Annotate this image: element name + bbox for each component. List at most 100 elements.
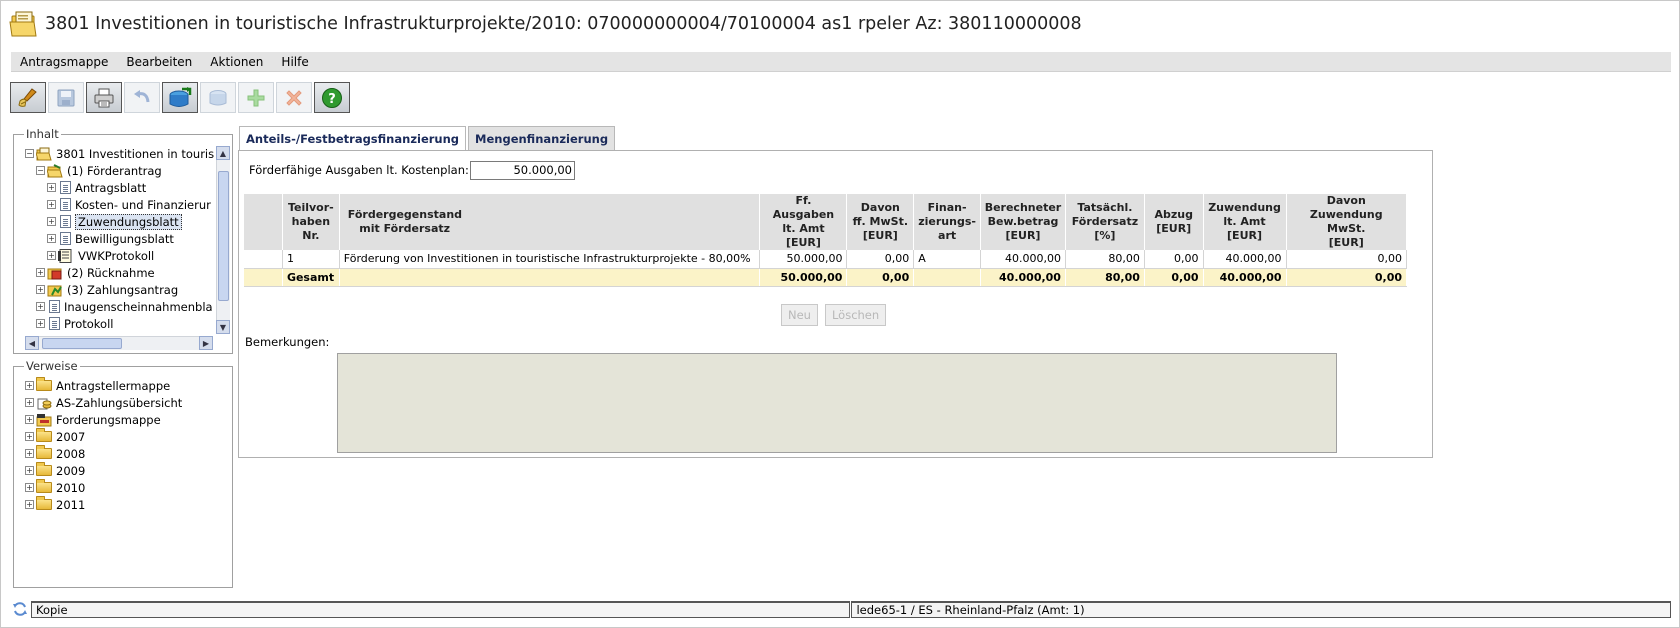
column-header-bew-betrag[interactable]: Berechneter Bew.betrag [EUR] (980, 194, 1066, 250)
tree-item-2010[interactable]: + 2010 (16, 479, 228, 496)
tab-anteils-festbetragsfinanzierung[interactable]: Anteils-/Festbetragsfinanzierung (239, 126, 467, 150)
database-icon (207, 88, 229, 108)
menu-aktionen[interactable]: Aktionen (201, 55, 272, 69)
tree-item-label: 2011 (56, 497, 86, 512)
menu-hilfe[interactable]: Hilfe (272, 55, 317, 69)
tree-item-as-zahlungsuebersicht[interactable]: + AS-Zahlungsübersicht (16, 394, 228, 411)
menu-antragsmappe[interactable]: Antragsmappe (11, 55, 117, 69)
column-header-abzug[interactable]: Abzug [EUR] (1144, 194, 1204, 250)
scroll-thumb[interactable] (218, 171, 229, 301)
expand-icon[interactable]: + (47, 251, 56, 260)
tree-item-vwkprotokoll[interactable]: + VWKProtokoll (16, 247, 214, 264)
scroll-up-icon[interactable]: ▲ (216, 146, 230, 160)
expand-icon[interactable]: + (25, 381, 34, 390)
tree-item-root[interactable]: − 3801 Investitionen in touristi (16, 145, 214, 162)
print-button[interactable] (86, 82, 122, 113)
collapse-icon[interactable]: − (25, 149, 34, 158)
tree-item-label: Antragsblatt (75, 180, 147, 195)
transfer-button[interactable] (162, 82, 198, 113)
tree-item-kosten-finanzierung[interactable]: + Kosten- und Finanzierur (16, 196, 214, 213)
expand-icon[interactable]: + (25, 466, 34, 475)
table-cell (244, 268, 283, 287)
expand-icon[interactable]: + (25, 449, 34, 458)
tree-item-2007[interactable]: + 2007 (16, 428, 228, 445)
collapse-icon[interactable]: − (36, 166, 45, 175)
coins-icon (36, 396, 52, 410)
table-row[interactable]: 1 Förderung von Investitionen in tourist… (244, 250, 1407, 269)
add-icon (246, 88, 266, 108)
tree-item-2011[interactable]: + 2011 (16, 496, 228, 513)
expand-icon[interactable]: + (47, 183, 56, 192)
expand-icon[interactable]: + (47, 217, 56, 226)
scroll-down-icon[interactable]: ▼ (216, 320, 230, 334)
folder-icon (36, 462, 52, 476)
tree-item-protokoll[interactable]: + Protokoll (16, 315, 214, 332)
tree-item-antragstellermappe[interactable]: + Antragstellermappe (16, 377, 228, 394)
status-right: lede65-1 / ES - Rheinland-Pfalz (Amt: 1) (851, 600, 1671, 618)
expand-icon[interactable]: + (25, 500, 34, 509)
plan-amount-field[interactable]: 50.000,00 (470, 161, 575, 180)
add-button[interactable] (238, 82, 274, 113)
tree-item-2008[interactable]: + 2008 (16, 445, 228, 462)
new-button[interactable]: Neu (781, 304, 818, 326)
expand-icon[interactable]: + (25, 432, 34, 441)
column-header-foerdersatz[interactable]: Tatsächl. Fördersatz [%] (1065, 194, 1145, 250)
tree-item-label: 2010 (56, 480, 86, 495)
table-cell: 0,00 (846, 250, 915, 269)
tree-item-label: Zuwendungsblatt (75, 213, 182, 230)
expand-icon[interactable]: + (47, 234, 56, 243)
tab-mengenfinanzierung[interactable]: Mengenfinanzierung (468, 126, 616, 150)
expand-icon[interactable]: + (36, 302, 45, 311)
delete-button[interactable] (276, 82, 312, 113)
document-icon (49, 317, 60, 330)
undo-icon (132, 88, 152, 108)
tree-item-foerderantrag[interactable]: − (1) Förderantrag (16, 162, 214, 179)
scroll-thumb[interactable] (42, 338, 122, 349)
horizontal-scrollbar[interactable]: ◀ ▶ (25, 336, 213, 350)
tree-item-inaugenscheinnahme[interactable]: + Inaugenscheinnahmenbla (16, 298, 214, 315)
tree-item-zahlungsantrag[interactable]: + (3) Zahlungsantrag (16, 281, 214, 298)
column-header-zuwendung[interactable]: Zuwendung lt. Amt [EUR] (1203, 194, 1287, 250)
table-cell: 40.000,00 (980, 268, 1066, 287)
expand-icon[interactable]: + (36, 319, 45, 328)
undo-button[interactable] (124, 82, 160, 113)
column-header-ff-ausgaben[interactable]: Ff. Ausgaben lt. Amt [EUR] (759, 194, 848, 250)
scroll-left-icon[interactable]: ◀ (25, 336, 39, 350)
expand-icon[interactable]: + (25, 483, 34, 492)
tree-item-label: 2009 (56, 463, 86, 478)
status-left: Kopie (30, 600, 851, 618)
delete-row-button[interactable]: Löschen (824, 304, 887, 326)
tree-item-2009[interactable]: + 2009 (16, 462, 228, 479)
tree-item-forderungsmappe[interactable]: + Forderungsmappe (16, 411, 228, 428)
menu-bearbeiten[interactable]: Bearbeiten (117, 55, 201, 69)
expand-icon[interactable]: + (47, 200, 56, 209)
vertical-scrollbar[interactable]: ▲ ▼ (216, 146, 230, 334)
window-title: 3801 Investitionen in touristische Infra… (45, 14, 1082, 34)
table-cell: 40.000,00 (1203, 250, 1287, 269)
save-button[interactable] (48, 82, 84, 113)
database-transfer-icon (168, 86, 192, 109)
column-header-davon-mwst[interactable]: Davon ff. MwSt. [EUR] (846, 194, 915, 250)
database-button[interactable] (200, 82, 236, 113)
tree-item-zuwendungsblatt[interactable]: + Zuwendungsblatt (16, 213, 214, 230)
remarks-textarea[interactable] (337, 353, 1337, 453)
tree-item-ruecknahme[interactable]: + (2) Rücknahme (16, 264, 214, 281)
column-header-zuwendung-mwst[interactable]: Davon Zuwendung MwSt. [EUR] (1286, 194, 1407, 250)
column-header-teilvorhaben[interactable]: Teilvor- haben Nr. (282, 194, 340, 250)
edit-button[interactable] (10, 82, 46, 113)
tree-item-antragsblatt[interactable]: + Antragsblatt (16, 179, 214, 196)
scroll-right-icon[interactable]: ▶ (199, 336, 213, 350)
document-icon (60, 198, 71, 211)
expand-icon[interactable]: + (25, 398, 34, 407)
broom-edit-icon (17, 87, 39, 109)
expand-icon[interactable]: + (36, 285, 45, 294)
expand-icon[interactable]: + (25, 415, 34, 424)
expand-icon[interactable]: + (36, 268, 45, 277)
column-header-finanzierungsart[interactable]: Finan- zierungs- art (913, 194, 981, 250)
refresh-icon[interactable] (11, 600, 29, 618)
column-header-select (244, 194, 283, 250)
help-button[interactable]: ? (314, 82, 350, 113)
column-header-foerdergegenstand[interactable]: Fördergegenstand mit Fördersatz (339, 194, 761, 250)
folder-red-icon (47, 266, 63, 280)
tree-item-bewilligungsblatt[interactable]: + Bewilligungsblatt (16, 230, 214, 247)
